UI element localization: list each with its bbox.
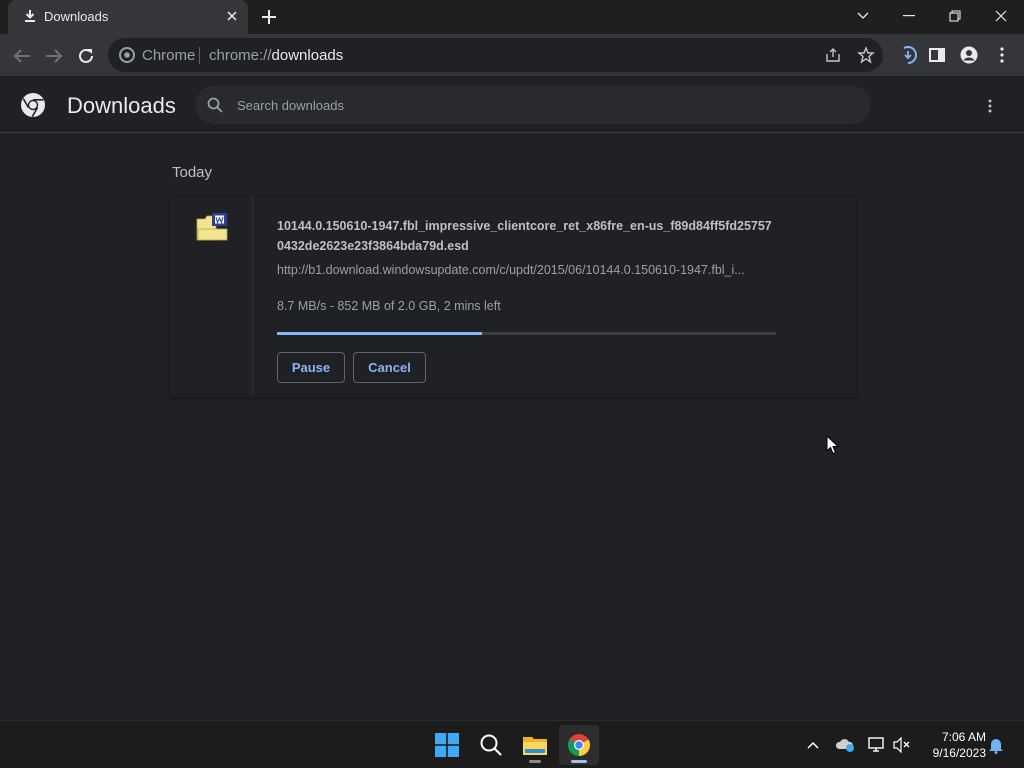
download-progress-icon — [903, 46, 917, 64]
taskbar-file-explorer[interactable] — [515, 725, 555, 765]
downloads-menu-button[interactable] — [980, 96, 1000, 116]
start-button[interactable] — [427, 725, 467, 765]
date-group-label: Today — [172, 164, 213, 181]
forward-arrow-icon — [46, 49, 63, 63]
download-progress-bar — [277, 332, 776, 335]
reload-icon — [79, 48, 93, 63]
running-indicator — [529, 760, 541, 763]
side-panel-icon — [929, 48, 945, 62]
profile-avatar-icon — [960, 46, 978, 64]
downloads-header: Downloads — [0, 78, 1024, 133]
profile-button[interactable] — [958, 44, 980, 66]
mouse-cursor-icon — [826, 435, 840, 455]
tab-downloads[interactable]: Downloads — [8, 0, 248, 34]
search-icon — [480, 734, 502, 756]
close-window-button[interactable] — [978, 0, 1024, 32]
clock-time: 7:06 AM — [941, 730, 986, 744]
pause-button[interactable]: Pause — [277, 352, 345, 383]
download-icon — [25, 10, 35, 22]
more-options-icon — [988, 99, 992, 113]
system-clock[interactable]: 7:06 AM 9/16/2023 — [918, 729, 986, 761]
search-input[interactable] — [237, 86, 837, 124]
search-box[interactable] — [195, 86, 871, 124]
chrome-site-icon — [119, 47, 135, 63]
download-source-url[interactable]: http://b1.download.windowsupdate.com/c/u… — [277, 263, 772, 277]
title-bar: Downloads — [0, 0, 1024, 34]
forward-button[interactable] — [40, 42, 68, 70]
reload-button[interactable] — [72, 42, 100, 70]
chevron-up-icon — [807, 741, 819, 749]
file-type-icon — [196, 213, 228, 241]
download-progress-fill — [277, 332, 482, 335]
browser-toolbar: Chrome chrome://downloads — [0, 34, 1024, 77]
kebab-menu-icon — [1000, 47, 1004, 63]
volume-muted-icon — [893, 737, 910, 753]
bookmark-star-icon[interactable] — [857, 46, 875, 64]
url-text: chrome://downloads — [209, 47, 344, 64]
chrome-menu-button[interactable] — [991, 44, 1013, 66]
network-tray-button[interactable] — [867, 735, 887, 755]
clock-date: 9/16/2023 — [932, 746, 986, 760]
address-bar[interactable]: Chrome chrome://downloads — [108, 38, 883, 72]
search-icon — [207, 97, 223, 113]
downloads-toolbar-button[interactable] — [897, 44, 919, 66]
back-arrow-icon — [13, 49, 30, 63]
show-hidden-icons-button[interactable] — [803, 735, 823, 755]
minimize-icon — [903, 15, 915, 17]
tab-close-icon[interactable] — [224, 8, 240, 24]
restore-button[interactable] — [932, 0, 978, 32]
onedrive-tray-button[interactable] — [835, 735, 855, 755]
cancel-button[interactable]: Cancel — [353, 352, 426, 383]
taskbar-chrome[interactable] — [559, 725, 599, 765]
restore-icon — [949, 10, 961, 22]
chrome-icon — [568, 734, 590, 756]
address-divider — [199, 47, 200, 64]
share-icon[interactable] — [824, 46, 842, 64]
active-indicator — [571, 760, 587, 763]
download-item-card: 10144.0.150610-1947.fbl_impressive_clien… — [170, 196, 856, 397]
windows-taskbar: 7:06 AM 9/16/2023 — [0, 720, 1024, 768]
minimize-button[interactable] — [886, 0, 932, 32]
bell-icon — [989, 739, 1003, 754]
download-filename-link[interactable]: 10144.0.150610-1947.fbl_impressive_clien… — [277, 216, 777, 256]
card-divider — [252, 196, 253, 397]
tab-title: Downloads — [44, 9, 109, 24]
notifications-button[interactable] — [986, 735, 1006, 755]
taskbar-search-button[interactable] — [471, 725, 511, 765]
volume-tray-button[interactable] — [892, 735, 912, 755]
chevron-down-icon — [857, 12, 869, 19]
tab-search-button[interactable] — [840, 0, 886, 32]
side-panel-button[interactable] — [926, 44, 948, 66]
download-status: 8.7 MB/s - 852 MB of 2.0 GB, 2 mins left — [277, 299, 501, 313]
network-icon — [868, 737, 884, 752]
page-title: Downloads — [67, 93, 176, 118]
new-tab-icon[interactable] — [260, 8, 278, 26]
close-icon — [995, 10, 1007, 22]
cloud-icon — [835, 739, 854, 752]
site-label: Chrome — [142, 47, 196, 64]
back-button[interactable] — [8, 42, 36, 70]
chrome-logo-icon — [21, 93, 45, 118]
file-explorer-icon — [523, 737, 547, 755]
start-icon — [435, 733, 459, 757]
